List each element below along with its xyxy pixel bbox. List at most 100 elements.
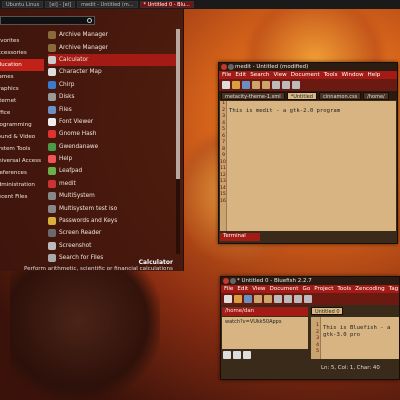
menu-zencoding[interactable]: Zencoding — [355, 286, 385, 292]
redo-icon[interactable] — [262, 81, 270, 89]
menu-app[interactable]: Help — [48, 153, 180, 165]
open-icon[interactable] — [232, 81, 240, 89]
menu-category[interactable]: Office — [0, 107, 44, 119]
menu-tools[interactable]: Tools — [324, 72, 338, 78]
menu-category[interactable]: Recent Files — [0, 191, 44, 203]
menu-file[interactable]: File — [222, 72, 231, 78]
menu-app[interactable]: Multisystem test iso — [48, 202, 180, 214]
find-icon[interactable] — [304, 295, 312, 303]
menu-view[interactable]: View — [252, 286, 265, 292]
menu-go[interactable]: Go — [302, 286, 310, 292]
taskbar-item[interactable]: medit - Untitled (m... — [77, 1, 138, 8]
tab-metacity[interactable]: metacity-theme-1.xml — [221, 92, 285, 100]
menu-file[interactable]: File — [224, 286, 233, 292]
menu-app[interactable]: Chirp — [48, 79, 180, 91]
minimize-icon[interactable] — [230, 278, 236, 284]
menu-scrollbar[interactable] — [176, 29, 180, 254]
menu-category[interactable]: Favorites — [0, 35, 44, 47]
menu-category[interactable]: Administration — [0, 179, 44, 191]
bluefish-titlebar[interactable]: * Untitled 0 - Bluefish 2.2.7 — [221, 277, 399, 285]
menu-app-label: Screenshot — [59, 242, 92, 249]
menu-app[interactable]: Archive Manager — [48, 41, 180, 53]
taskbar-item[interactable]: Ubuntu Linux — [2, 1, 44, 8]
menu-app[interactable]: Character Map — [48, 66, 180, 78]
menu-app[interactable]: Disks — [48, 91, 180, 103]
paste-icon[interactable] — [294, 295, 302, 303]
tab-untitled[interactable]: *Untitled — [286, 92, 317, 100]
new-icon[interactable] — [222, 81, 230, 89]
menu-category[interactable]: Internet — [0, 95, 44, 107]
redo-icon[interactable] — [264, 295, 272, 303]
copy-icon[interactable] — [284, 295, 292, 303]
menu-category[interactable]: Programming — [0, 119, 44, 131]
menu-search-input[interactable] — [0, 16, 95, 25]
folder-icon[interactable] — [223, 351, 231, 359]
leafpad-icon — [48, 167, 56, 176]
menu-category[interactable]: System Tools — [0, 143, 44, 155]
menu-app[interactable]: Gwendanawe — [48, 141, 180, 153]
menu-category[interactable]: Education — [0, 59, 44, 71]
tab-home[interactable]: /home/ — [363, 92, 389, 100]
menu-app[interactable]: Calculator — [48, 53, 180, 67]
menu-search[interactable]: Search — [250, 72, 269, 78]
close-icon[interactable] — [221, 64, 227, 70]
menu-category[interactable]: Games — [0, 71, 44, 83]
menu-edit[interactable]: Edit — [237, 286, 248, 292]
cut-icon[interactable] — [272, 81, 280, 89]
menu-app[interactable]: Gnome Hash — [48, 128, 180, 140]
scrollbar-thumb[interactable] — [176, 29, 180, 179]
undo-icon[interactable] — [254, 295, 262, 303]
open-icon[interactable] — [234, 295, 242, 303]
character-map-icon — [48, 68, 56, 77]
menu-tools[interactable]: Tools — [337, 286, 351, 292]
editor-text: This is medit - a gtk-2.0 program — [229, 107, 341, 114]
close-icon[interactable] — [223, 278, 229, 284]
menu-app-label: Font Viewer — [59, 118, 94, 125]
menu-view[interactable]: View — [273, 72, 286, 78]
new-icon[interactable] — [224, 295, 232, 303]
filebrowser-buttons — [222, 350, 308, 360]
undo-icon[interactable] — [252, 81, 260, 89]
menu-category[interactable]: Graphics — [0, 83, 44, 95]
menu-edit[interactable]: Edit — [235, 72, 246, 78]
menu-category[interactable]: Sound & Video — [0, 131, 44, 143]
tab-cinnamon[interactable]: cinnamon.css — [318, 92, 362, 100]
filebrowser-item[interactable]: watch?v=VUkk50Apps — [222, 317, 308, 327]
menu-document[interactable]: Document — [291, 72, 320, 78]
tab-untitled[interactable]: Untitled 0 — [311, 307, 343, 315]
menu-help[interactable]: Help — [368, 72, 381, 78]
save-icon[interactable] — [242, 81, 250, 89]
menu-app[interactable]: Screen Reader — [48, 227, 180, 239]
copy-icon[interactable] — [282, 81, 290, 89]
menu-app[interactable]: medit — [48, 178, 180, 190]
menu-app[interactable]: Passwords and Keys — [48, 215, 180, 227]
menu-project[interactable]: Project — [314, 286, 333, 292]
taskbar-item[interactable]: * Untitled 0 - Blu... — [139, 1, 194, 8]
menu-window[interactable]: Window — [341, 72, 363, 78]
menu-app[interactable]: Archive Manager — [48, 29, 180, 41]
menu-tag[interactable]: Tag — [389, 286, 398, 292]
medit-titlebar[interactable]: medit - Untitled (modified) — [219, 63, 397, 71]
filebrowser-path[interactable]: /home/dan — [222, 307, 308, 316]
menu-app[interactable]: Leafpad — [48, 165, 180, 177]
bluefish-editor[interactable]: 12345 This is Bluefish - a gtk-3.0 pro — [311, 317, 399, 359]
terminal-panel-button[interactable]: Terminal — [220, 233, 260, 241]
minimize-icon[interactable] — [228, 64, 234, 70]
menu-app[interactable]: Font Viewer — [48, 116, 180, 128]
menu-category[interactable]: Accessories — [0, 47, 44, 59]
menu-category[interactable]: Preferences — [0, 167, 44, 179]
paste-icon[interactable] — [292, 81, 300, 89]
menu-app[interactable]: MultiSystem — [48, 190, 180, 202]
menu-app[interactable]: Screenshot — [48, 240, 180, 252]
settings-icon[interactable] — [243, 351, 251, 359]
menu-app-label: Passwords and Keys — [59, 218, 118, 225]
menu-document[interactable]: Document — [270, 286, 299, 292]
medit-title: medit - Untitled (modified) — [235, 64, 309, 70]
save-icon[interactable] — [244, 295, 252, 303]
menu-app[interactable]: Files — [48, 103, 180, 115]
medit-editor[interactable]: 1234 5678 9 10 11 12 13 14 15 16 This is medit… — [220, 101, 396, 231]
refresh-icon[interactable] — [233, 351, 241, 359]
cut-icon[interactable] — [274, 295, 282, 303]
taskbar-item[interactable]: [ei] - [ei] — [45, 1, 76, 8]
menu-category[interactable]: Universal Access — [0, 155, 44, 167]
